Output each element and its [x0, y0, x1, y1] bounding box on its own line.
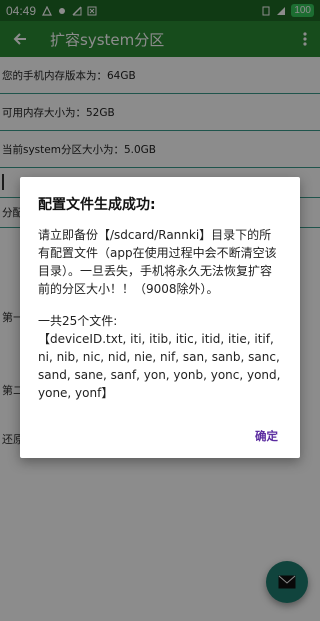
dialog-ok-button[interactable]: 确定	[255, 428, 278, 444]
dialog-title: 配置文件生成成功:	[38, 197, 156, 213]
dialog-file-list: 一共25个文件: 【deviceID.txt, iti, itib, itic,…	[38, 314, 281, 400]
config-success-dialog: 配置文件生成成功: 请立即备份【/sdcard/Rannki】目录下的所有配置文…	[20, 177, 300, 458]
dialog-message: 请立即备份【/sdcard/Rannki】目录下的所有配置文件（app在使用过程…	[38, 228, 277, 296]
